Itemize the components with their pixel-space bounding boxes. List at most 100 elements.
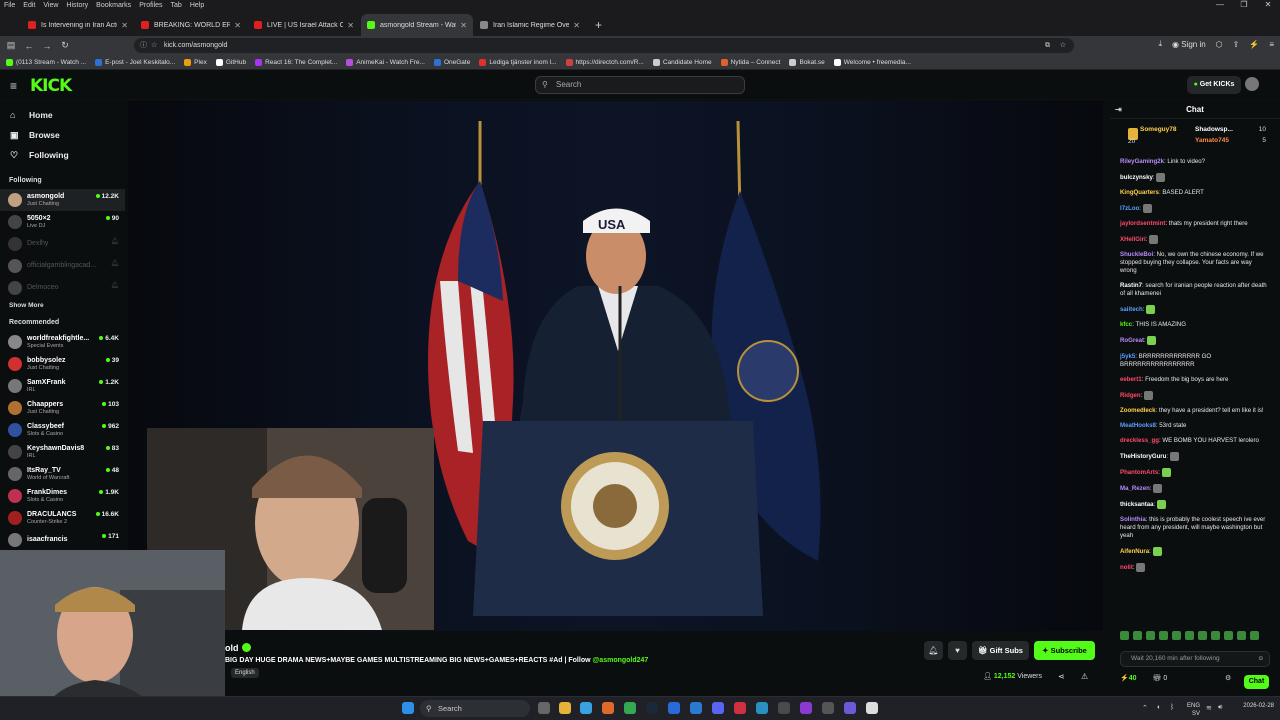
minimize-icon[interactable]: — [1208, 0, 1232, 9]
sidebar-channel[interactable]: KeyshawnDavis8 IRL 83 [0, 441, 125, 463]
emote-9[interactable] [1224, 631, 1233, 640]
chat-username[interactable]: jaylordsentmint [1120, 220, 1165, 227]
emote-3[interactable] [1146, 631, 1155, 640]
menu-icon[interactable]: ≡ [1269, 40, 1274, 49]
browser-tab[interactable]: Is Intervening in Iran Actually A ✕ [22, 14, 134, 36]
channel-name[interactable]: old [225, 643, 239, 653]
sidebar-nav-following[interactable]: ♡ Following [0, 145, 125, 165]
sidebar-channel[interactable]: SamXFrank IRL 1.2K [0, 375, 125, 397]
kicks-balance[interactable]: ⚡40 [1120, 675, 1137, 682]
tab-close-icon[interactable]: ✕ [347, 21, 354, 30]
top-gifter-2[interactable]: Shadowsp... 10 [1195, 126, 1270, 133]
send-chat-button[interactable]: Chat [1244, 675, 1269, 689]
chat-username[interactable]: kfcc [1120, 321, 1132, 328]
menu-bookmarks[interactable]: Bookmarks [96, 2, 131, 9]
volume-icon[interactable]: 🔊︎ [1218, 704, 1222, 712]
language-indicator[interactable]: ENG SV [1187, 702, 1200, 718]
emote-11[interactable] [1250, 631, 1259, 640]
sidebar-channel[interactable]: ItsRay_TV World of Warcraft 48 [0, 463, 125, 485]
chat-username[interactable]: Zoomedleck [1120, 407, 1156, 414]
top-gifter-3[interactable]: Yamato745 5 [1195, 137, 1270, 144]
report-icon[interactable]: ⚠ [1081, 672, 1088, 681]
browser-tab[interactable]: asmongold Stream - Watch ✕ [361, 14, 473, 36]
get-kicks-button[interactable]: ● Get KICKs [1187, 76, 1241, 94]
notification-bell-button[interactable]: 🔔︎ [924, 641, 943, 660]
chat-username[interactable]: Rastin7 [1120, 282, 1142, 289]
firefox-icon[interactable] [602, 702, 614, 714]
menu-file[interactable]: File [4, 2, 15, 9]
back-icon[interactable]: ← [22, 41, 36, 51]
chat-username[interactable]: TheHistoryGuru [1120, 453, 1166, 460]
sidebar-channel[interactable]: bobbysolez Just Chatting 39 [0, 353, 125, 375]
vscode-icon[interactable] [690, 702, 702, 714]
edge-icon[interactable] [580, 702, 592, 714]
chat-settings-icon[interactable]: ⚙ [1225, 674, 1231, 682]
browser-tab[interactable]: Iran Islamic Regime Overview✕ [474, 14, 586, 36]
gift-subs-button[interactable]: 🎁︎ Gift Subs [972, 641, 1029, 660]
share-stream-icon[interactable]: ⋖ [1058, 672, 1065, 681]
steam-icon[interactable] [646, 702, 658, 714]
tab-close-icon[interactable]: ✕ [573, 21, 580, 30]
bookmark-item[interactable]: Lediga tjänster inom l... [479, 58, 557, 66]
chat-username[interactable]: Solinthia [1120, 516, 1146, 523]
chat-input[interactable]: Wait 20,160 min after following ☺ [1120, 651, 1270, 667]
taskbar-search[interactable]: ⚲ Search [420, 700, 530, 717]
hamburger-icon[interactable]: ≡ [10, 79, 17, 93]
menu-tab[interactable]: Tab [171, 2, 182, 9]
sidebar-channel[interactable]: DRACULANCS Counter-Strike 2 16.6K [0, 507, 125, 529]
chat-username[interactable]: Ridgen [1120, 392, 1141, 399]
follow-heart-button[interactable]: ♥ [948, 641, 967, 660]
sidebar-channel[interactable]: 5050×2 Live DJ 90 [0, 211, 125, 233]
language-tag[interactable]: English [231, 668, 259, 678]
translate-icon[interactable]: ⧉ [1045, 38, 1050, 53]
subscribe-button[interactable]: ✦ Subscribe [1034, 641, 1095, 660]
chat-username[interactable]: MeatHooks8 [1120, 422, 1156, 429]
emote-4[interactable] [1159, 631, 1168, 640]
bookmark-item[interactable]: React 16: The Complet... [255, 58, 337, 66]
bookmark-item[interactable]: E-post - Joel Keskitalo... [95, 58, 175, 66]
tab-close-icon[interactable]: ✕ [121, 21, 128, 30]
sidebar-channel[interactable]: asmongold Just Chatting 12.2K [0, 189, 125, 211]
download-icon[interactable]: ⤓ [1158, 39, 1162, 49]
menu-help[interactable]: Help [190, 2, 204, 9]
menu-profiles[interactable]: Profiles [139, 2, 162, 9]
app-icon-8[interactable] [866, 702, 878, 714]
chat-username[interactable]: eebert1 [1120, 376, 1142, 383]
bookmark-item[interactable]: Welcome • freemedia... [833, 58, 911, 66]
emote-2[interactable] [1133, 631, 1142, 640]
browser-tab[interactable]: LIVE | US Israel Attack On I✕ [248, 14, 360, 36]
gifts-balance[interactable]: 🎁︎ 0 [1152, 675, 1167, 682]
emote-7[interactable] [1198, 631, 1207, 640]
menu-view[interactable]: View [43, 2, 58, 9]
emote-6[interactable] [1185, 631, 1194, 640]
bluetooth-icon[interactable]: ᛒ [1170, 704, 1174, 711]
sidebar-channel[interactable]: Chaappers Just Chatting 103 [0, 397, 125, 419]
show-more-link[interactable]: Show More [0, 299, 125, 313]
chat-username[interactable]: j5yk5 [1120, 353, 1135, 360]
bookmark-item[interactable]: Nytida – Connect [720, 58, 780, 66]
app-icon-2[interactable] [734, 702, 746, 714]
app-icon-5[interactable] [800, 702, 812, 714]
chat-username[interactable]: thicksantaa [1120, 501, 1154, 508]
chat-username[interactable]: dreckless_gg [1120, 437, 1159, 444]
windows-start-icon[interactable] [402, 702, 414, 714]
chat-username[interactable]: bulczynsky [1120, 174, 1153, 181]
chat-username[interactable]: I7zLoo [1120, 205, 1139, 212]
bookmark-item[interactable]: Candidate Home [652, 58, 712, 66]
signin-button[interactable]: ◉ Sign in [1172, 40, 1206, 49]
extensions-icon[interactable]: ⬡ [1216, 40, 1223, 49]
address-bar[interactable]: ⓘ ☆ kick.com/asmongold ⧉ ☆ [134, 38, 1074, 53]
sidebar-channel[interactable]: isaacfrancis 171 [0, 529, 125, 551]
browser-tab[interactable]: BREAKING: WORLD ERUPTS AS✕ [135, 14, 247, 36]
bookmark-item[interactable]: OneGate [433, 58, 470, 66]
sidebar-channel[interactable]: officialgamblingacad... 🔔︎ [0, 255, 125, 277]
chat-username[interactable]: AifenNura [1120, 548, 1149, 555]
sidebar-channel[interactable]: worldfreakfightle... Special Events 6.4K [0, 331, 125, 353]
chat-username[interactable]: RileyGaming2k [1120, 158, 1164, 165]
app-icon-3[interactable] [756, 702, 768, 714]
sidebar-channel[interactable]: FrankDimes Slots & Casino 1.9K [0, 485, 125, 507]
forward-icon[interactable]: → [40, 41, 54, 51]
sidebar-nav-home[interactable]: ⌂ Home [0, 105, 125, 125]
discord-icon[interactable] [712, 702, 724, 714]
chat-username[interactable]: saiitech [1120, 306, 1143, 313]
